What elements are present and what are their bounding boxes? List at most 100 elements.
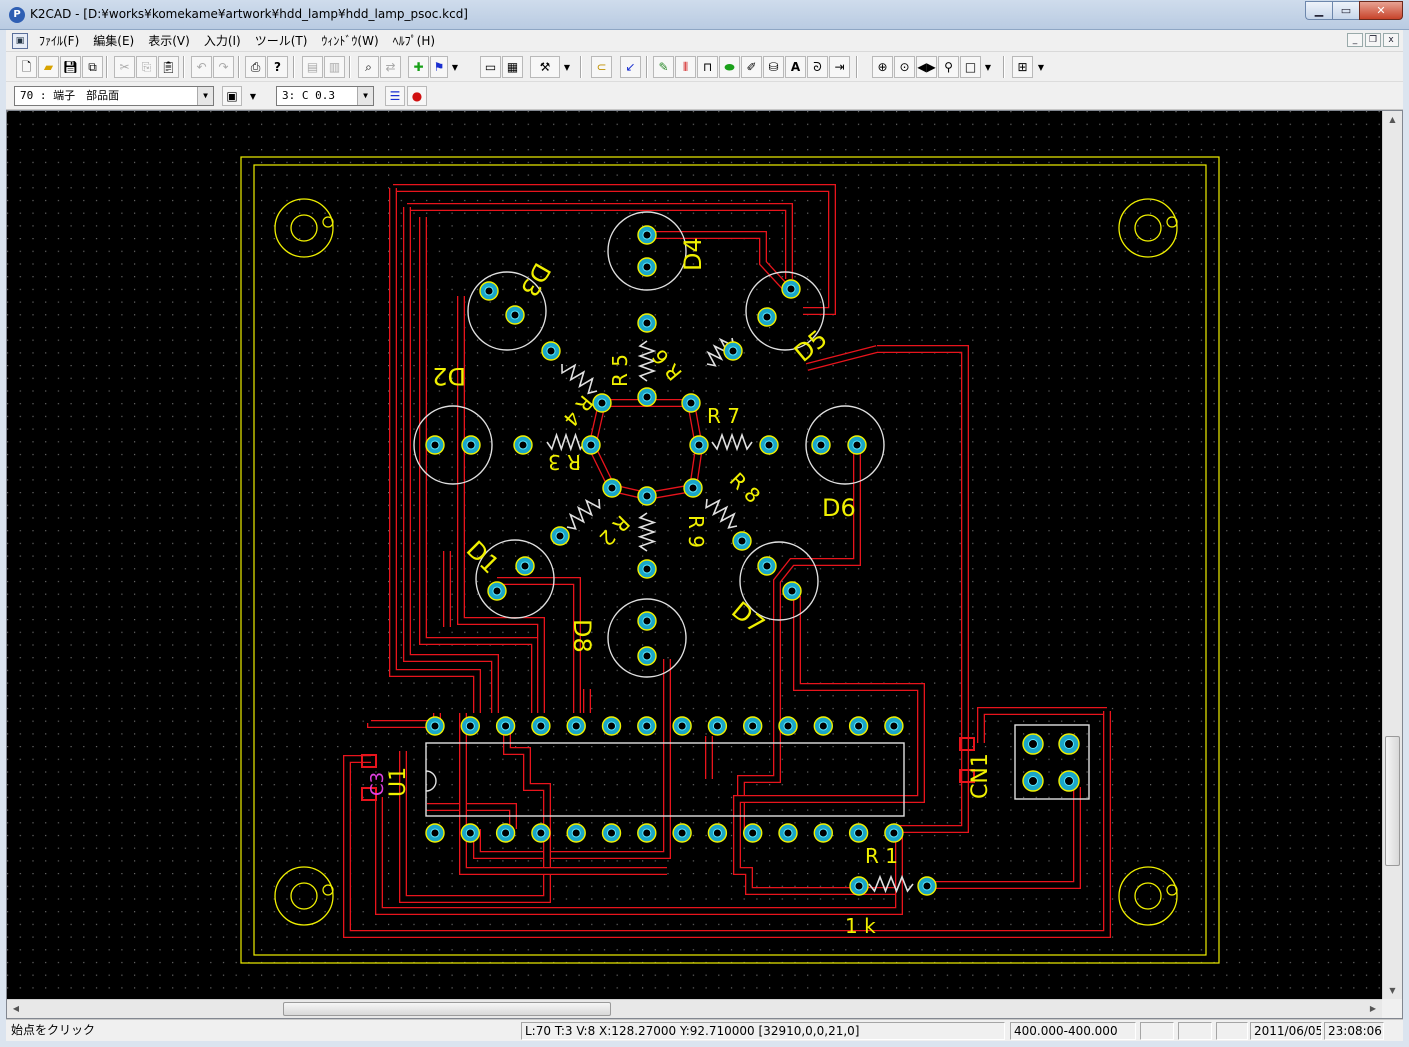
menu-edit[interactable]: 編集(E) [86, 32, 141, 49]
menu-view[interactable]: 表示(V) [141, 32, 197, 49]
resistor-icon[interactable]: ⫴ [675, 56, 696, 78]
help-icon[interactable]: ? [267, 56, 288, 78]
pad-hole [466, 440, 476, 450]
pad-hole [712, 721, 722, 731]
hammer-dropdown-icon[interactable]: ▼ [561, 56, 573, 78]
mdi-minimize-button[interactable]: _ [1347, 33, 1363, 47]
pad-hole [536, 721, 546, 731]
scroll-right-icon[interactable]: ▶ [1364, 1000, 1382, 1018]
text-icon[interactable]: A [785, 56, 806, 78]
layer-visibility-dropdown-icon[interactable]: ▼ [247, 86, 259, 106]
vertical-scroll-thumb[interactable] [1385, 736, 1400, 866]
menu-window[interactable]: ｳｨﾝﾄﾞｳ(W) [314, 32, 385, 49]
pad-hole [555, 531, 565, 541]
pad-hole [642, 616, 652, 626]
pad-hole [783, 721, 793, 731]
status-time: 23:08:06 [1324, 1022, 1384, 1040]
app-icon[interactable]: P [9, 7, 25, 23]
grid-dropdown-icon[interactable]: ▼ [1035, 56, 1047, 78]
mdi-close-button[interactable]: x [1383, 33, 1399, 47]
magnifier-icon[interactable]: ⚲ [938, 56, 959, 78]
color-palette-icon[interactable]: ● [407, 86, 427, 106]
cut-icon[interactable]: ✂ [114, 56, 135, 78]
pad-hole [642, 564, 652, 574]
scroll-left-icon[interactable]: ◀ [7, 1000, 25, 1018]
pencil-icon[interactable]: ✎ [653, 56, 674, 78]
layer-select[interactable]: 70 : 端子 部品面 ▼ [14, 86, 214, 106]
pad-hole [606, 828, 617, 838]
label-r9: R 9 [684, 515, 708, 548]
pad-icon[interactable]: ⬬ [719, 56, 740, 78]
toolbar-separator [1003, 56, 1005, 78]
maximize-button[interactable]: ▭ [1332, 1, 1359, 20]
table-icon[interactable]: ▦ [502, 56, 523, 78]
horizontal-scrollbar[interactable]: ◀ ▶ [7, 999, 1382, 1018]
zoom-in-icon[interactable]: ⊕ [872, 56, 893, 78]
grid-icon[interactable]: ⊞ [1012, 56, 1033, 78]
view-window-icon[interactable]: ▭ [480, 56, 501, 78]
rect-dropdown-icon[interactable]: ▼ [982, 56, 994, 78]
footprint-icon[interactable]: ⊓ [697, 56, 718, 78]
window-controls: ▁ ▭ ✕ [1305, 1, 1403, 21]
scroll-down-icon[interactable]: ▼ [1383, 982, 1402, 1000]
add-part-icon[interactable]: ✚ [408, 56, 429, 78]
flag-icon[interactable]: ⚑ [430, 56, 448, 78]
pad-hole [518, 440, 528, 450]
route-icon[interactable]: ᘐ [807, 56, 828, 78]
layer-list-icon[interactable]: ☰ [385, 86, 405, 106]
minimize-button[interactable]: ▁ [1305, 1, 1332, 20]
pad-hole [786, 284, 796, 294]
pad-hole [571, 721, 581, 731]
redo-icon[interactable]: ↷ [213, 56, 234, 78]
pan-icon[interactable]: ◀▶ [916, 56, 937, 78]
layer-down-icon[interactable]: ▥ [324, 56, 345, 78]
undo-icon[interactable]: ↶ [191, 56, 212, 78]
label-d2: D2 [432, 362, 466, 390]
mdi-controls: _ ❐ x [1347, 33, 1399, 47]
close-button[interactable]: ✕ [1359, 1, 1403, 20]
find-icon[interactable]: ⌕ [358, 56, 379, 78]
pad-hole [762, 561, 772, 571]
grid-select[interactable]: 3: C 0.3 ▼ [276, 86, 374, 106]
zoom-fit-icon[interactable]: ⊙ [894, 56, 915, 78]
print-icon[interactable]: ⎙ [245, 56, 266, 78]
label-r5: R 5 [608, 354, 632, 387]
menu-file[interactable]: ﾌｧｲﾙ(F) [32, 32, 86, 49]
vertical-scrollbar[interactable]: ▲ ▼ [1382, 111, 1402, 1000]
stamp-icon[interactable]: ⛁ [763, 56, 784, 78]
scroll-up-icon[interactable]: ▲ [1383, 111, 1402, 129]
copy-icon[interactable]: ⎘ [136, 56, 157, 78]
save-all-icon[interactable]: ⧉ [82, 56, 103, 78]
pointer-icon[interactable]: ↙ [620, 56, 641, 78]
horizontal-scroll-thumb[interactable] [283, 1002, 611, 1016]
pcb-canvas[interactable]: D3 D4 D5 D2 D6 D1 D7 D8 U1 CN1 C3 R 1 1 … [6, 110, 1403, 1019]
brush-icon[interactable]: ✐ [741, 56, 762, 78]
flag-dropdown-icon[interactable]: ▼ [449, 56, 461, 78]
pad-hole [642, 721, 652, 731]
toolbar-separator [580, 56, 582, 78]
layer-visibility-icon[interactable]: ▣ [222, 86, 242, 106]
rect-icon[interactable]: □ [960, 56, 981, 78]
pad-hole [642, 491, 652, 501]
pad-hole [728, 346, 738, 356]
replace-icon[interactable]: ⇄ [380, 56, 401, 78]
pad-hole [889, 721, 899, 731]
mdi-restore-button[interactable]: ❐ [1365, 33, 1381, 47]
connect-icon[interactable]: ⇥ [829, 56, 850, 78]
open-folder-icon[interactable]: ▰ [38, 56, 59, 78]
new-file-icon[interactable]: 🗋 [16, 56, 37, 78]
hammer-icon[interactable]: ⚒ [530, 56, 560, 78]
lasso-icon[interactable]: ⊂ [591, 56, 612, 78]
chevron-down-icon: ▼ [357, 87, 373, 105]
layer-up-icon[interactable]: ▤ [302, 56, 323, 78]
document-icon[interactable]: ▣ [12, 32, 28, 49]
paste-icon[interactable]: 📋︎ [158, 56, 179, 78]
pcb-drawing[interactable]: D3 D4 D5 D2 D6 D1 D7 D8 U1 CN1 C3 R 1 1 … [7, 111, 1382, 1001]
menu-input[interactable]: 入力(I) [197, 32, 248, 49]
menu-tools[interactable]: ツール(T) [248, 32, 315, 49]
pad-hole [430, 721, 440, 731]
label-r3: R 3 [548, 450, 581, 474]
status-range: 400.000-400.000 [1010, 1022, 1136, 1040]
menu-help[interactable]: ﾍﾙﾌﾟ(H) [386, 32, 442, 49]
save-icon[interactable]: 💾︎ [60, 56, 81, 78]
